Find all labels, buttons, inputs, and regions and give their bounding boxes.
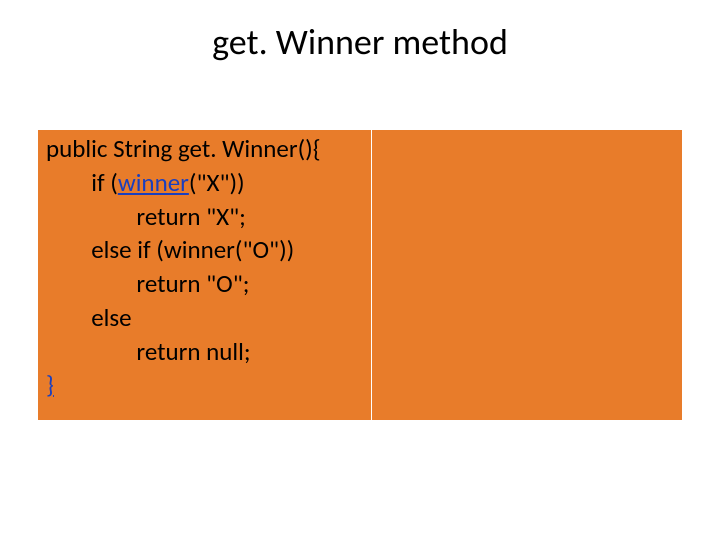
page-title: get. Winner method — [0, 20, 720, 64]
closing-brace-link[interactable]: } — [46, 369, 54, 400]
code-line-7: return null; — [46, 336, 251, 367]
code-content: public String get. Winner(){ if (winner(… — [42, 130, 371, 402]
code-line-4: else if (winner("O")) — [46, 234, 294, 265]
code-line-6: else — [46, 302, 132, 333]
code-line-5: return "O"; — [46, 268, 249, 299]
code-block: public String get. Winner(){ if (winner(… — [36, 128, 684, 422]
code-line-2c: ("X")) — [189, 167, 245, 198]
code-line-1: public String get. Winner(){ — [46, 133, 321, 164]
winner-link[interactable]: winner — [118, 167, 189, 198]
code-line-2a: if ( — [46, 167, 118, 198]
code-line-3: return "X"; — [46, 201, 246, 232]
